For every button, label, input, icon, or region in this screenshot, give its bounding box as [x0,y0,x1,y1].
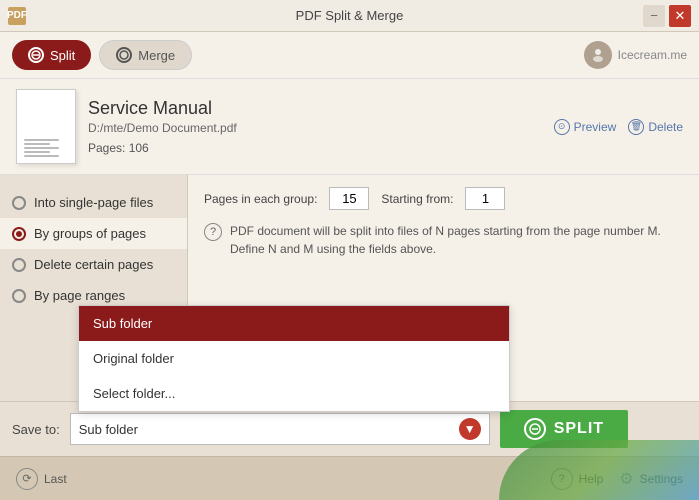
tab-split-label: Split [50,48,75,63]
last-icon: ⟳ [16,468,38,490]
radio-single [12,196,26,210]
dropdown-menu: Sub folder Original folder Select folder… [78,305,510,412]
info-text: PDF document will be split into files of… [230,222,683,258]
tab-split[interactable]: Split [12,40,91,70]
pages-label: Pages in each group: [204,192,317,206]
footer-bar: ⟳ Last ? Help ⚙ Settings [0,456,699,500]
merge-tab-icon [116,47,132,63]
top-bar: Split Merge Icecream.me [0,32,699,79]
file-details: Service Manual D:/mte/Demo Document.pdf … [88,98,542,155]
dropdown-arrow-icon: ▼ [459,418,481,440]
title-bar-left: PDF [8,7,26,25]
radio-delete [12,258,26,272]
thumb-line [24,147,59,149]
dropdown-item-original[interactable]: Original folder [79,341,509,376]
logo-text: Icecream.me [618,48,687,62]
logo-area: Icecream.me [584,41,687,69]
option-delete-label: Delete certain pages [34,257,153,272]
info-row: ? PDF document will be split into files … [204,222,683,258]
title-bar: PDF PDF Split & Merge − ✕ [0,0,699,32]
save-label: Save to: [12,422,60,437]
window-title: PDF Split & Merge [296,8,404,23]
minimize-button[interactable]: − [643,5,665,27]
tabs: Split Merge [12,40,192,70]
option-single-label: Into single-page files [34,195,153,210]
preview-label: Preview [574,120,617,134]
option-single[interactable]: Into single-page files [0,187,187,218]
option-ranges-label: By page ranges [34,288,125,303]
file-path: D:/mte/Demo Document.pdf [88,121,542,135]
starting-label: Starting from: [381,192,453,206]
thumb-line [24,139,59,141]
file-pages: Pages: 106 [88,141,542,155]
preview-link[interactable]: ⊙ Preview [554,119,617,135]
thumb-lines [24,137,68,159]
logo-icon [584,41,612,69]
last-item[interactable]: ⟳ Last [16,468,67,490]
option-groups[interactable]: By groups of pages [0,218,187,249]
tab-merge[interactable]: Merge [99,40,192,70]
delete-label: Delete [648,120,683,134]
split-btn-icon [524,418,546,440]
file-title: Service Manual [88,98,542,119]
option-delete[interactable]: Delete certain pages [0,249,187,280]
radio-groups [12,227,26,241]
thumb-line [24,143,50,145]
tab-merge-label: Merge [138,48,175,63]
deco-bottom [499,440,699,500]
fields-row: Pages in each group: Starting from: [204,187,683,210]
title-controls: − ✕ [643,5,691,27]
file-thumbnail [16,89,76,164]
file-info-section: Service Manual D:/mte/Demo Document.pdf … [0,79,699,175]
preview-icon: ⊙ [554,119,570,135]
option-groups-label: By groups of pages [34,226,146,241]
delete-icon: 🗑 [628,119,644,135]
file-actions: ⊙ Preview 🗑 Delete [554,119,683,135]
dropdown-item-select[interactable]: Select folder... [79,376,509,411]
thumb-line [24,155,59,157]
main-window: Split Merge Icecream.me [0,32,699,500]
split-button-label: SPLIT [554,420,604,438]
thumb-line [24,151,50,153]
dropdown-current: Sub folder [79,422,138,437]
split-tab-icon [28,47,44,63]
dropdown-item-subfolder[interactable]: Sub folder [79,306,509,341]
starting-input[interactable] [465,187,505,210]
last-label: Last [44,472,67,486]
close-button[interactable]: ✕ [669,5,691,27]
pages-input[interactable] [329,187,369,210]
app-icon: PDF [8,7,26,25]
radio-dot [16,231,22,237]
save-dropdown[interactable]: Sub folder ▼ [70,413,490,445]
delete-link[interactable]: 🗑 Delete [628,119,683,135]
radio-ranges [12,289,26,303]
info-icon: ? [204,223,222,241]
